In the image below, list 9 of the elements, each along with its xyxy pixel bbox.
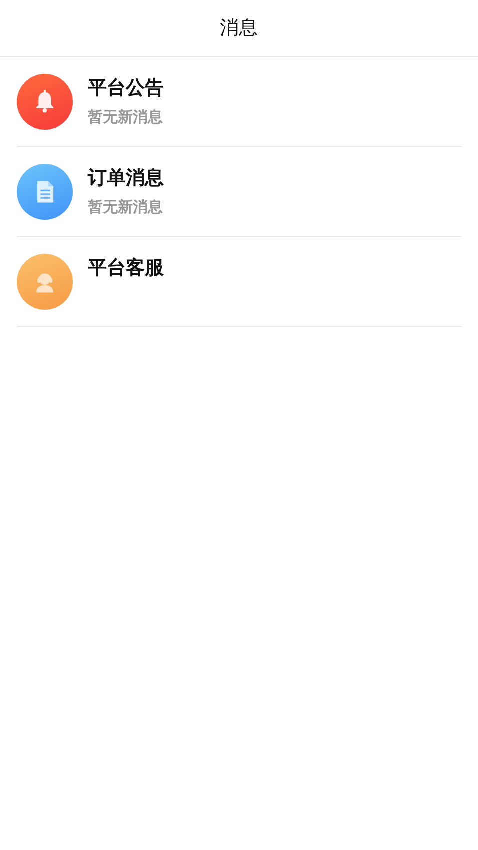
item-subtitle: 暂无新消息 — [88, 198, 164, 217]
message-item[interactable]: 订单消息 暂无新消息 — [17, 147, 462, 237]
item-subtitle: 暂无新消息 — [88, 108, 164, 127]
item-title: 平台客服 — [88, 256, 164, 280]
message-item[interactable]: 平台公告 暂无新消息 — [17, 57, 462, 147]
page-title: 消息 — [220, 16, 258, 41]
message-item[interactable]: 平台客服 — [17, 237, 462, 327]
item-title: 订单消息 — [88, 166, 164, 190]
item-title: 平台公告 — [88, 76, 164, 100]
